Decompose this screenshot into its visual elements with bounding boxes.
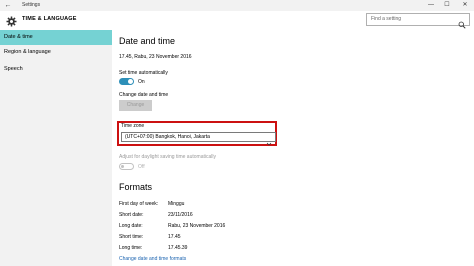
formats-heading: Formats: [119, 182, 153, 192]
sidebar-item-speech[interactable]: Speech: [0, 62, 112, 77]
time-zone-label: Time zone: [121, 123, 145, 129]
dst-state: Off: [138, 164, 145, 170]
format-value: 17.45: [168, 234, 181, 240]
format-label: Short time:: [119, 234, 144, 240]
format-value: Minggu: [168, 201, 185, 207]
page-title: TIME & LANGUAGE: [22, 16, 77, 22]
change-formats-link[interactable]: Change date and time formats: [119, 256, 186, 262]
dst-label: Adjust for daylight saving time automati…: [119, 154, 216, 160]
back-button[interactable]: ←: [3, 0, 13, 11]
sidebar-item-region-language[interactable]: Region & language: [0, 45, 112, 60]
minimize-button[interactable]: —: [424, 0, 438, 11]
set-time-auto-state: On: [138, 79, 145, 85]
set-time-auto-toggle[interactable]: [119, 78, 134, 85]
dst-toggle[interactable]: [119, 163, 134, 170]
set-time-auto-label: Set time automatically: [119, 70, 168, 76]
main-content: Date and time 17.45, Rabu, 23 November 2…: [112, 30, 474, 266]
format-label: First day of week:: [119, 201, 159, 207]
toggle-knob: [121, 165, 124, 168]
change-button[interactable]: Change: [119, 100, 152, 111]
format-label: Long date:: [119, 223, 143, 229]
search-icon[interactable]: [458, 16, 466, 29]
search-placeholder: Find a setting: [371, 16, 402, 22]
format-label: Long time:: [119, 245, 143, 251]
search-input[interactable]: Find a setting: [366, 13, 470, 29]
sidebar: Date & time Region & language Speech: [0, 30, 112, 266]
close-button[interactable]: ✕: [458, 0, 472, 11]
toggle-knob: [128, 79, 133, 84]
maximize-button[interactable]: ☐: [440, 0, 454, 11]
sidebar-item-date-time[interactable]: Date & time: [0, 30, 112, 45]
time-zone-value: (UTC+07:00) Bangkok, Hanoi, Jakarta: [125, 134, 210, 140]
gear-icon: [6, 14, 17, 27]
format-value: 17.45.39: [168, 245, 188, 251]
window-title: Settings: [22, 2, 41, 8]
chevron-down-icon: [266, 134, 272, 146]
current-datetime: 17.45, Rabu, 23 November 2016: [119, 54, 192, 60]
format-label: Short date:: [119, 212, 144, 218]
date-time-heading: Date and time: [119, 36, 176, 46]
format-value: 23/11/2016: [168, 212, 193, 218]
time-zone-dropdown[interactable]: (UTC+07:00) Bangkok, Hanoi, Jakarta: [121, 132, 276, 146]
title-bar: ← Settings — ☐ ✕: [0, 0, 474, 11]
change-date-time-label: Change date and time: [119, 92, 169, 98]
format-value: Rabu, 23 November 2016: [168, 223, 226, 229]
